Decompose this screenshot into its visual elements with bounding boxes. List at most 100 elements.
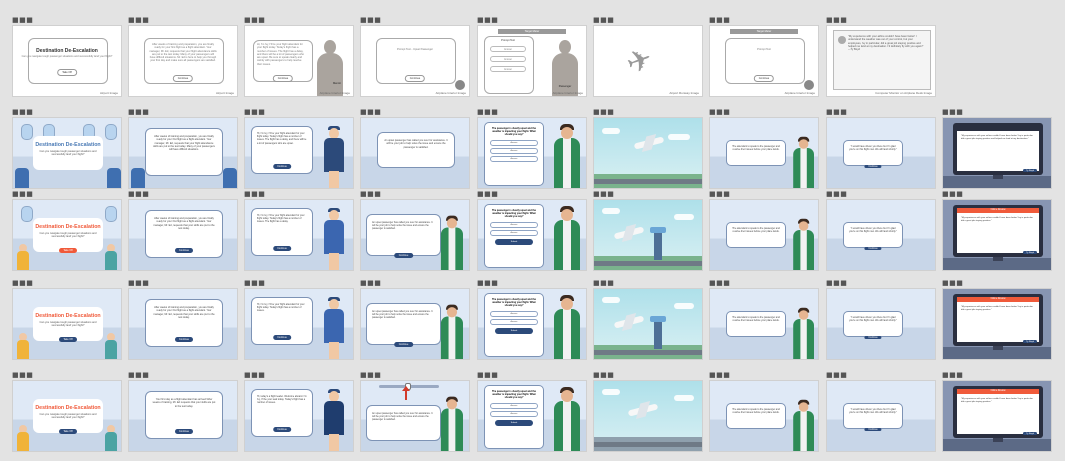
frame-menu-icon[interactable]: ■■■	[360, 372, 381, 379]
frame-menu-icon[interactable]: ■■■	[477, 17, 498, 24]
continue-button[interactable]: Continue	[174, 337, 194, 342]
frame-menu-icon[interactable]: ■■■	[709, 17, 730, 24]
continue-button[interactable]: Continue	[273, 427, 291, 432]
take-off-button[interactable]: Take Off	[59, 248, 77, 254]
frame-target[interactable]: ■■■ The attendant to speak to the passen…	[709, 372, 819, 452]
slide-thumbnail[interactable]: After weeks of training and preparation,…	[128, 199, 238, 271]
slide-thumbnail[interactable]: The attendant to speak to the passenger …	[709, 199, 819, 271]
frame-menu-icon[interactable]: ■■■	[593, 109, 614, 116]
frame-wireframe-review[interactable]: ■■■ "My experience with your airline cou…	[826, 17, 936, 97]
frame-outcome[interactable]: ■■■ "I would have driven you there but I…	[826, 280, 936, 360]
slide-thumbnail[interactable]: "My experience with your airline couldn'…	[826, 25, 936, 97]
slide-thumbnail[interactable]: Destination De-Escalation Can you naviga…	[12, 117, 122, 189]
answer-option[interactable]: Answer	[490, 222, 538, 228]
frame-menu-icon[interactable]: ■■■	[826, 280, 847, 287]
slide-thumbnail[interactable]: An upset passenger has called you over f…	[360, 117, 470, 189]
frame-wireframe-runway[interactable]: ■■■ ✈ Airport Runway Image	[593, 17, 703, 97]
answer-option[interactable]: Answer	[490, 66, 526, 72]
frame-menu-icon[interactable]: ■■■	[360, 109, 381, 116]
slide-thumbnail[interactable]: "I would have driven you there but I'm g…	[826, 380, 936, 452]
slide-thumbnail[interactable]: Hi, today's a flight leader. Welcome abo…	[244, 380, 354, 452]
submit-button[interactable]: Submit	[495, 420, 533, 426]
frame-outcome[interactable]: ■■■ "I would have driven you there but I…	[826, 191, 936, 271]
answer-option[interactable]: Answer	[490, 56, 526, 62]
frame-menu-icon[interactable]: ■■■	[477, 280, 498, 287]
frame-menu-icon[interactable]: ■■■	[128, 372, 149, 379]
continue-button[interactable]: Continue	[864, 247, 882, 250]
frame-title[interactable]: ■■■ Destination De-Escalation Can you na…	[12, 372, 122, 452]
frame-outcome[interactable]: ■■■ "I would have driven you there but I…	[826, 372, 936, 452]
frame-wireframe-intro[interactable]: ■■■ After weeks of training and preparat…	[128, 17, 238, 97]
frame-menu-icon[interactable]: ■■■	[709, 280, 730, 287]
frame-wireframe-title[interactable]: ■■■ Destination De-Escalation Can you na…	[12, 17, 122, 97]
frame-menu-icon[interactable]: ■■■	[942, 191, 963, 198]
answer-option[interactable]: Answer	[490, 411, 538, 417]
frame-title[interactable]: ■■■ Destination De-Escalation Can you na…	[12, 280, 122, 360]
continue-button[interactable]: Continue	[273, 164, 291, 169]
answer-option[interactable]: Answer	[490, 311, 538, 317]
frame-wireframe-target[interactable]: ■■■ Target Meter Prompt Text Continue Ai…	[709, 17, 819, 97]
frame-menu-icon[interactable]: ■■■	[942, 109, 963, 116]
slide-thumbnail[interactable]: "I would have driven you there but I'm g…	[826, 117, 936, 189]
frame-intro[interactable]: ■■■ After weeks of training and preparat…	[128, 191, 238, 271]
slide-thumbnail[interactable]: Hi, I'm Ivy, I'll be your flight attenda…	[244, 199, 354, 271]
slide-thumbnail[interactable]: An upset passenger has called you over f…	[360, 199, 470, 271]
frame-menu-icon[interactable]: ■■■	[593, 17, 614, 24]
continue-button[interactable]: Continue	[272, 75, 294, 82]
slide-thumbnail[interactable]: "I would have driven you there but I'm g…	[826, 199, 936, 271]
frame-menu-icon[interactable]: ■■■	[942, 372, 963, 379]
frame-menu-icon[interactable]: ■■■	[128, 280, 149, 287]
frame-menu-icon[interactable]: ■■■	[593, 372, 614, 379]
frame-menu-icon[interactable]: ■■■	[128, 191, 149, 198]
slide-thumbnail[interactable]: Hi, I'm Ivy, I'll be your flight attenda…	[244, 117, 354, 189]
slide-thumbnail[interactable]: ✈ Airport Runway Image	[593, 25, 703, 97]
frame-quiz[interactable]: ■■■ The passenger is clearly upset and t…	[477, 372, 587, 452]
slide-thumbnail[interactable]: The attendant to speak to the passenger …	[709, 117, 819, 189]
continue-button[interactable]: Continue	[864, 165, 882, 168]
frame-runway[interactable]: ■■■	[593, 280, 703, 360]
slide-thumbnail[interactable]	[593, 199, 703, 271]
frame-prompt[interactable]: ■■■ An upset passenger has called you ov…	[360, 280, 470, 360]
frame-menu-icon[interactable]: ■■■	[244, 191, 265, 198]
continue-button[interactable]: Continue	[393, 342, 414, 347]
answer-option[interactable]: Answer	[490, 319, 538, 325]
answer-option[interactable]: Answer	[490, 156, 538, 162]
take-off-button[interactable]: Take Off	[59, 429, 77, 435]
frame-menu-icon[interactable]: ■■■	[477, 372, 498, 379]
slide-thumbnail[interactable]: Online Review "My experience with your a…	[942, 199, 1052, 271]
submit-button[interactable]: Submit	[495, 328, 533, 334]
frame-menu-icon[interactable]: ■■■	[12, 372, 33, 379]
frame-menu-icon[interactable]: ■■■	[244, 17, 265, 24]
answer-option[interactable]: Answer	[490, 140, 538, 146]
frame-menu-icon[interactable]: ■■■	[360, 17, 381, 24]
frame-title[interactable]: ■■■ Destination De-Escalation Can you na…	[12, 191, 122, 271]
frame-menu-icon[interactable]: ■■■	[826, 191, 847, 198]
continue-button[interactable]: Continue	[404, 75, 426, 82]
frame-menu-icon[interactable]: ■■■	[12, 280, 33, 287]
slide-thumbnail[interactable]	[593, 288, 703, 360]
frame-mentor[interactable]: ■■■ Hi, I'm Ivy, I'll be your flight att…	[244, 109, 354, 189]
take-off-button[interactable]: Take Off	[59, 337, 77, 343]
frame-target[interactable]: ■■■ The attendant to speak to the passen…	[709, 109, 819, 189]
slide-thumbnail[interactable]: Online Review "My experience with your a…	[942, 380, 1052, 452]
frame-menu-icon[interactable]: ■■■	[826, 372, 847, 379]
frame-menu-icon[interactable]: ■■■	[826, 17, 847, 24]
frame-prompt[interactable]: ■■■ An upset passenger has called you ov…	[360, 109, 470, 189]
slide-thumbnail[interactable]: After weeks of training and preparation,…	[128, 117, 238, 189]
slide-thumbnail[interactable]: Destination De-Escalation Can you naviga…	[12, 380, 122, 452]
slide-thumbnail[interactable]: Online Review "My experience with your a…	[942, 288, 1052, 360]
frame-review[interactable]: ■■■ Online Review "My experience with yo…	[942, 372, 1052, 452]
slide-thumbnail[interactable]: After weeks of training and preparation,…	[128, 288, 238, 360]
continue-button[interactable]: Continue	[174, 429, 194, 434]
slide-thumbnail[interactable]: An upset passenger has called you over f…	[360, 380, 470, 452]
frame-quiz[interactable]: ■■■ The passenger is clearly upset and t…	[477, 109, 587, 189]
frame-outcome[interactable]: ■■■ "I would have driven you there but I…	[826, 109, 936, 189]
slide-thumbnail[interactable]: "I would have driven you there but I'm g…	[826, 288, 936, 360]
frame-runway[interactable]: ■■■	[593, 109, 703, 189]
continue-button[interactable]: Continue	[393, 253, 414, 258]
slide-thumbnail[interactable]: Hi, I'm Ivy, I'll be your flight attenda…	[244, 288, 354, 360]
frame-wireframe-mentor[interactable]: ■■■ Hi, I'm Ivy, I'll be your flight att…	[244, 17, 354, 97]
slide-thumbnail[interactable]: Hi, I'm Ivy, I'll be your flight attenda…	[244, 25, 354, 97]
frame-title[interactable]: ■■■ Destination De-Escalation Can you na…	[12, 109, 122, 189]
slide-thumbnail[interactable]: Your first day as a flight attendant has…	[128, 380, 238, 452]
